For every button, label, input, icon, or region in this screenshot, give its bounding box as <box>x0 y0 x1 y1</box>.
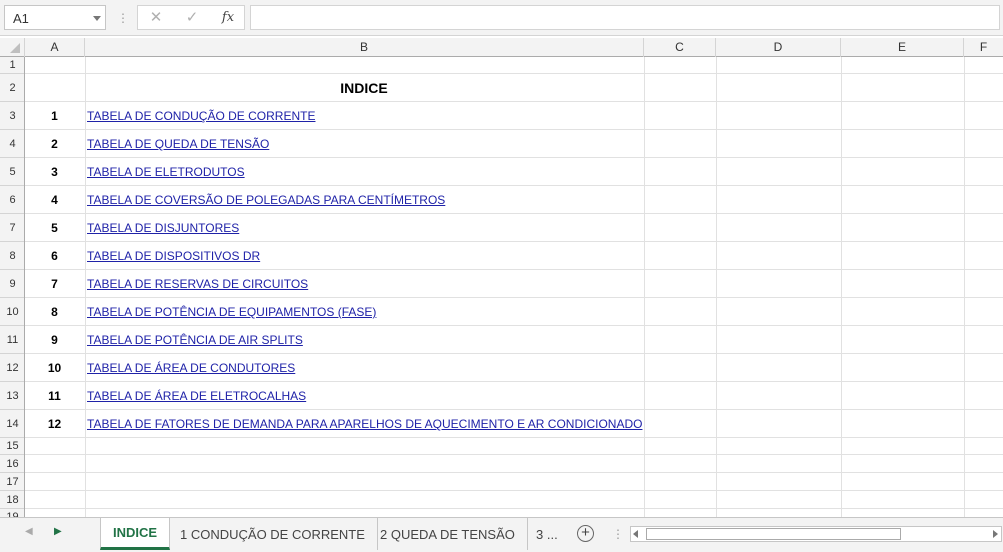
grid-row-line <box>25 490 1003 491</box>
grid-column-line <box>716 57 717 517</box>
grid-row-line <box>25 508 1003 509</box>
grid-column-line <box>841 57 842 517</box>
formula-bar: A1 ⋮ ✕ ✓ fx <box>0 0 1003 36</box>
drag-handle-icon[interactable]: ⋮ <box>117 8 129 28</box>
chevron-down-icon[interactable] <box>93 16 101 21</box>
name-box[interactable]: A1 <box>4 5 106 30</box>
formula-buttons: ✕ ✓ fx <box>137 5 245 30</box>
row-header[interactable]: 13 <box>0 382 24 410</box>
entry-link[interactable]: TABELA DE DISJUNTORES <box>87 214 239 242</box>
name-box-value: A1 <box>13 11 29 26</box>
column-header-f[interactable]: F <box>964 38 1003 57</box>
grid-column-line <box>85 57 86 517</box>
scroll-right-icon[interactable] <box>993 530 998 538</box>
formula-input[interactable] <box>250 5 1000 30</box>
cell-grid[interactable]: INDICE 1 TABELA DE CONDUÇÃO DE CORRENTE 2 TA… <box>25 57 1003 517</box>
row-header[interactable]: 9 <box>0 270 24 298</box>
scroll-left-icon[interactable] <box>633 530 638 538</box>
row-header[interactable]: 17 <box>0 473 24 491</box>
check-icon[interactable]: ✓ <box>182 8 202 28</box>
row-header[interactable]: 18 <box>0 491 24 509</box>
entry-number[interactable]: 3 <box>25 158 84 186</box>
entry-number[interactable]: 12 <box>25 410 84 438</box>
entry-link[interactable]: TABELA DE POTÊNCIA DE EQUIPAMENTOS (FASE… <box>87 298 376 326</box>
row-header[interactable]: 16 <box>0 455 24 473</box>
row-header[interactable]: 5 <box>0 158 24 186</box>
horizontal-scrollbar[interactable] <box>630 526 1002 542</box>
row-header[interactable]: 8 <box>0 242 24 270</box>
entry-number[interactable]: 6 <box>25 242 84 270</box>
plus-circle-icon[interactable]: + <box>577 525 594 542</box>
entry-number[interactable]: 9 <box>25 326 84 354</box>
select-all-icon <box>10 43 20 53</box>
row-header[interactable]: 3 <box>0 102 24 130</box>
row-header[interactable]: 15 <box>0 438 24 455</box>
sheet-tab-bar: ◀ ▶ INDICE 1 CONDUÇÃO DE CORRENTE 2 QUED… <box>0 517 1003 552</box>
row-header[interactable]: 14 <box>0 410 24 438</box>
entry-number[interactable]: 1 <box>25 102 84 130</box>
splitter-icon[interactable]: ⋮ <box>612 527 624 541</box>
fx-icon[interactable]: fx <box>218 8 238 28</box>
entry-number[interactable]: 10 <box>25 354 84 382</box>
entry-link[interactable]: TABELA DE POTÊNCIA DE AIR SPLITS <box>87 326 303 354</box>
tab-indice[interactable]: INDICE <box>100 518 171 550</box>
row-header[interactable]: 19 <box>0 509 24 517</box>
select-all-corner[interactable] <box>0 38 25 57</box>
tab-more[interactable]: 3 ... <box>524 518 570 550</box>
entry-link[interactable]: TABELA DE ÁREA DE CONDUTORES <box>87 354 295 382</box>
entry-number[interactable]: 2 <box>25 130 84 158</box>
row-header[interactable]: 1 <box>0 57 24 74</box>
entry-link[interactable]: TABELA DE RESERVAS DE CIRCUITOS <box>87 270 308 298</box>
entry-link[interactable]: TABELA DE COVERSÃO DE POLEGADAS PARA CEN… <box>87 186 445 214</box>
entry-number[interactable]: 11 <box>25 382 84 410</box>
entry-link[interactable]: TABELA DE CONDUÇÃO DE CORRENTE <box>87 102 315 130</box>
entry-number[interactable]: 5 <box>25 214 84 242</box>
row-header[interactable]: 10 <box>0 298 24 326</box>
entry-number[interactable]: 8 <box>25 298 84 326</box>
grid-row-line <box>25 472 1003 473</box>
triangle-right-icon[interactable]: ▶ <box>54 526 62 537</box>
entry-link[interactable]: TABELA DE DISPOSITIVOS DR <box>87 242 260 270</box>
row-header-column: 1 2 3 4 5 6 7 8 9 10 11 12 13 14 15 16 17 18 19 <box>0 57 25 517</box>
column-header-e[interactable]: E <box>841 38 964 57</box>
triangle-left-icon[interactable]: ◀ <box>25 526 33 537</box>
tab-conducao-de-corrente[interactable]: 1 CONDUÇÃO DE CORRENTE <box>168 518 378 550</box>
grid-column-line <box>964 57 965 517</box>
entry-link[interactable]: TABELA DE ÁREA DE ELETROCALHAS <box>87 382 306 410</box>
close-icon[interactable]: ✕ <box>146 8 166 28</box>
grid-column-line <box>644 57 645 517</box>
column-header-b[interactable]: B <box>85 38 644 57</box>
row-header[interactable]: 11 <box>0 326 24 354</box>
entry-link[interactable]: TABELA DE FATORES DE DEMANDA PARA APAREL… <box>87 410 642 438</box>
row-header[interactable]: 4 <box>0 130 24 158</box>
column-header-row: A B C D E F <box>0 38 1003 57</box>
entry-number[interactable]: 7 <box>25 270 84 298</box>
row-header[interactable]: 7 <box>0 214 24 242</box>
column-header-d[interactable]: D <box>716 38 841 57</box>
row-header[interactable]: 6 <box>0 186 24 214</box>
row-header[interactable]: 12 <box>0 354 24 382</box>
column-header-a[interactable]: A <box>25 38 85 57</box>
entry-number[interactable]: 4 <box>25 186 84 214</box>
column-header-c[interactable]: C <box>644 38 716 57</box>
grid-row-line <box>25 454 1003 455</box>
entry-link[interactable]: TABELA DE ELETRODUTOS <box>87 158 245 186</box>
sheet-title: INDICE <box>340 80 388 96</box>
scrollbar-thumb[interactable] <box>646 528 901 540</box>
row-header[interactable]: 2 <box>0 74 24 102</box>
tab-queda-de-tensao[interactable]: 2 QUEDA DE TENSÃO <box>368 518 528 550</box>
entry-link[interactable]: TABELA DE QUEDA DE TENSÃO <box>87 130 269 158</box>
